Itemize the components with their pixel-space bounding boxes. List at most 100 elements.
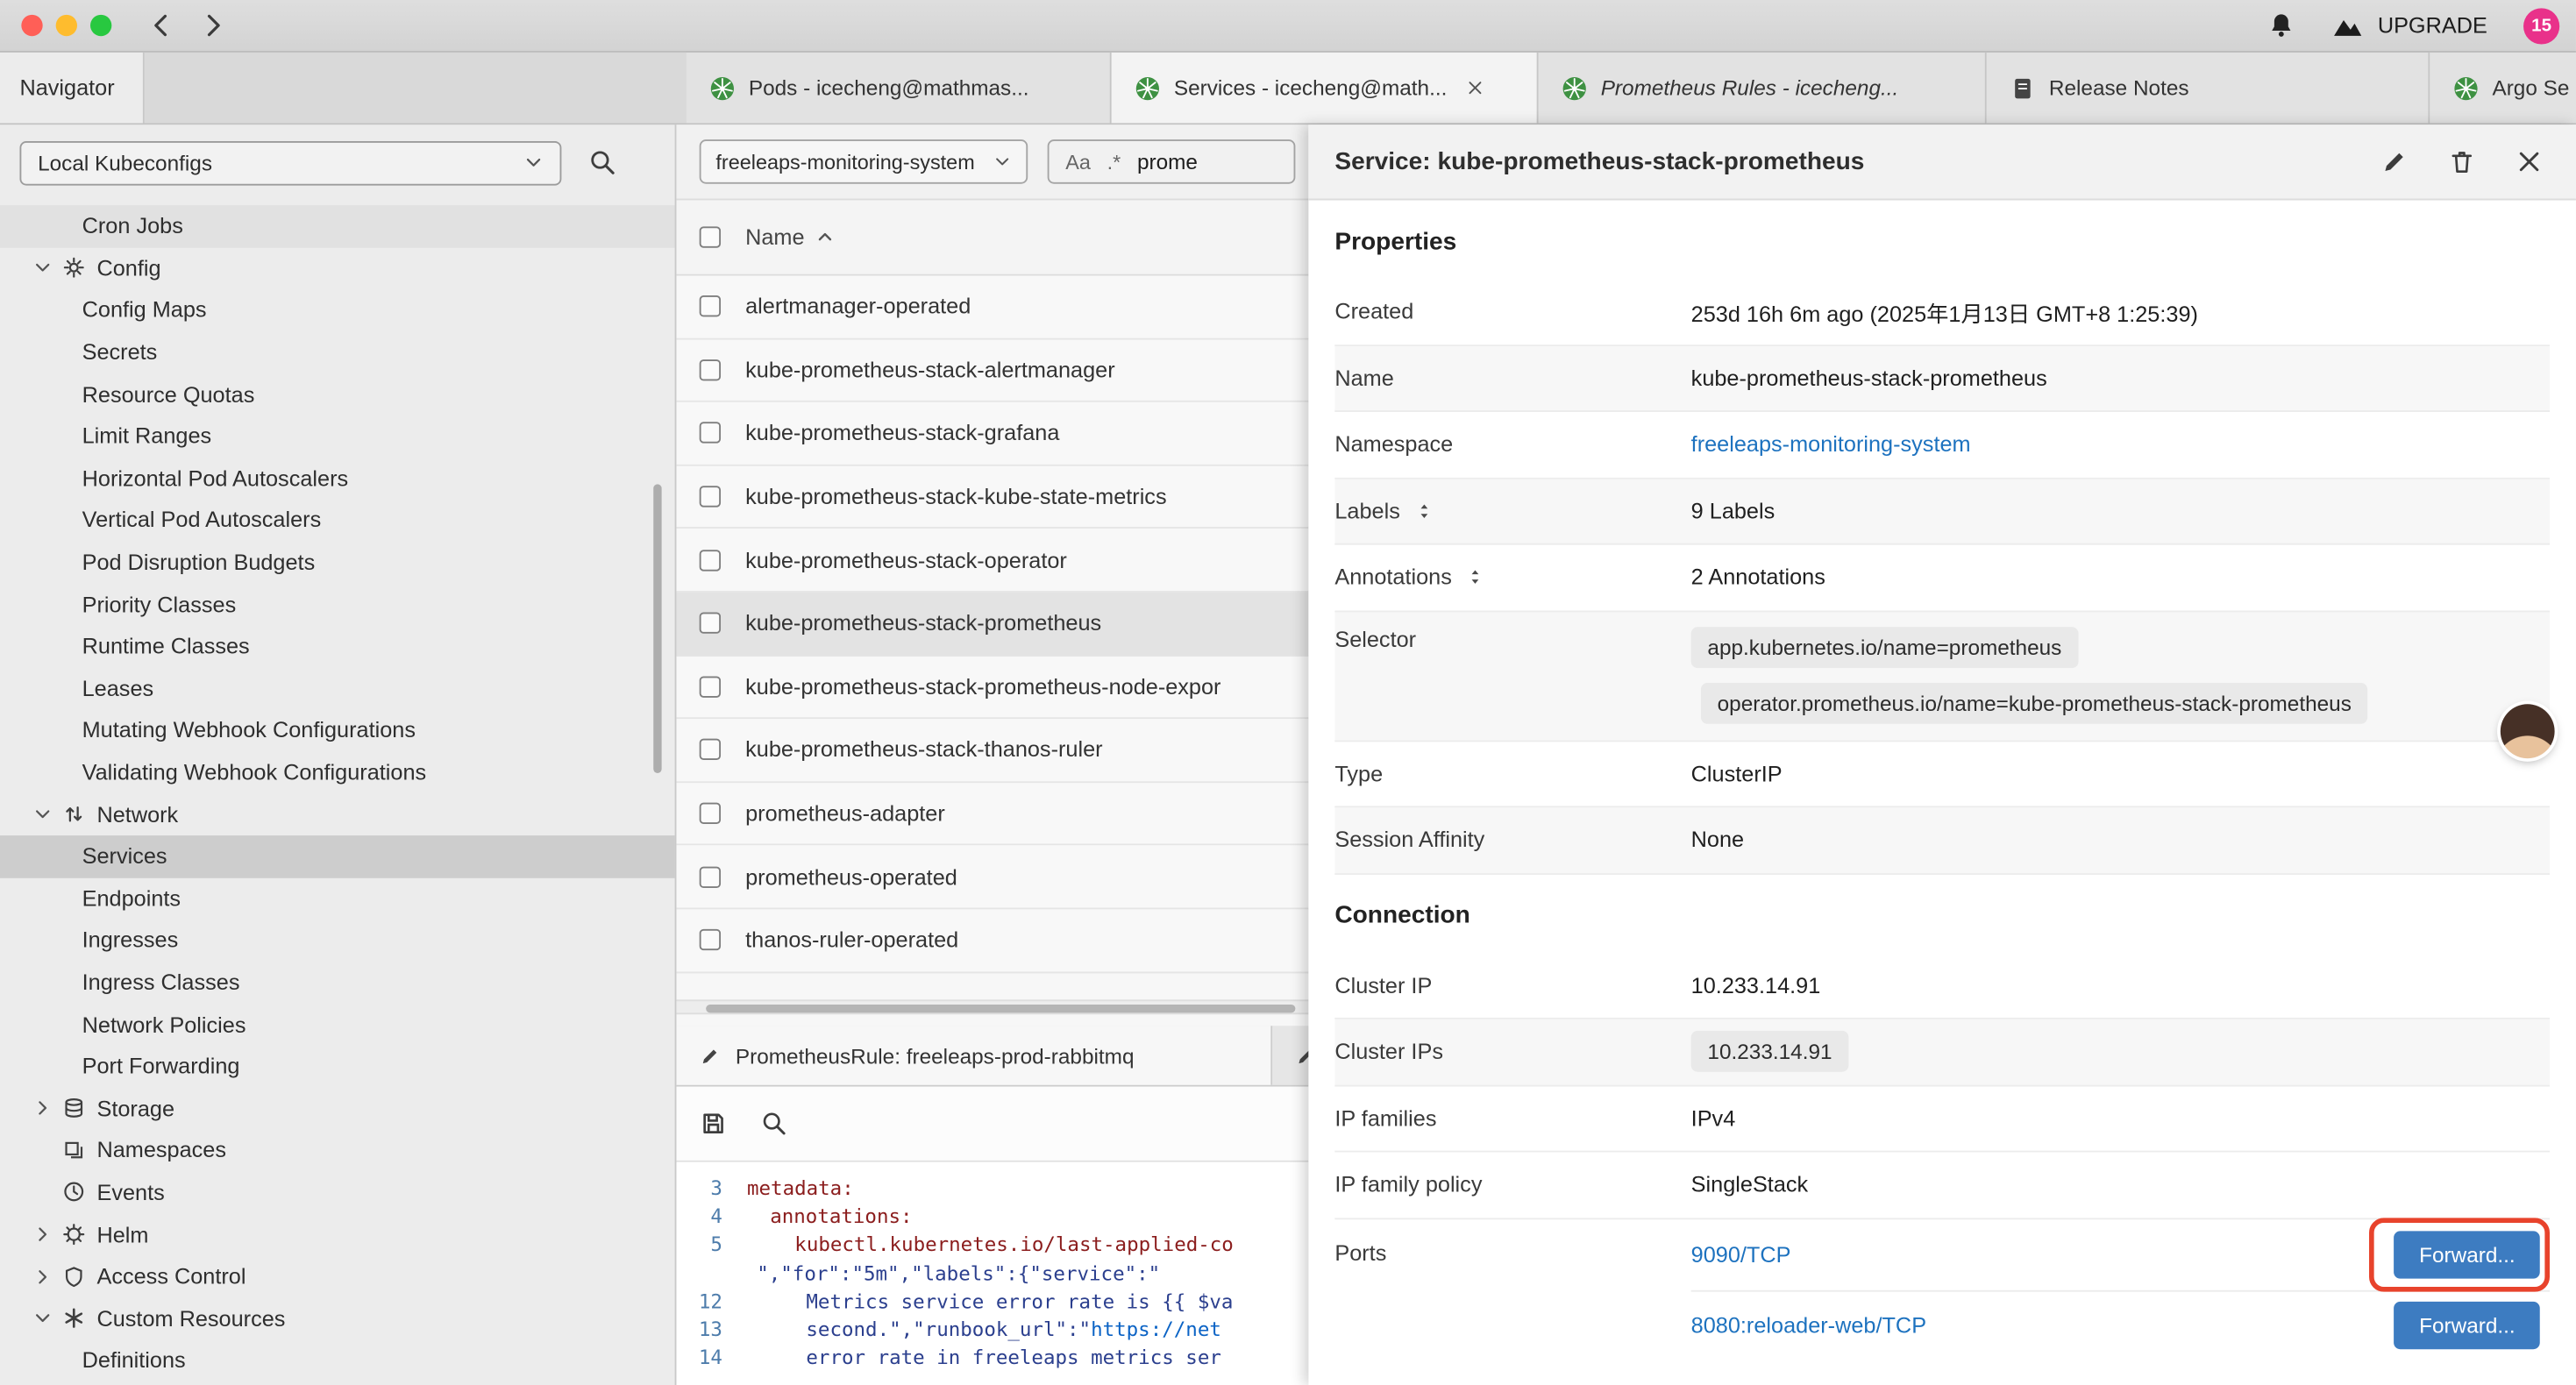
table-row[interactable]: kube-prometheus-stack-grafana xyxy=(676,402,1308,465)
sidebar-item-secrets[interactable]: Secrets xyxy=(0,331,675,373)
table-row[interactable]: thanos-ruler-operated xyxy=(676,909,1308,972)
row-checkbox[interactable] xyxy=(700,929,721,950)
sidebar-item-vertical-pod-autoscalers[interactable]: Vertical Pod Autoscalers xyxy=(0,500,675,542)
table-row[interactable]: kube-prometheus-stack-kube-state-metrics xyxy=(676,465,1308,529)
table-row-selected[interactable]: kube-prometheus-stack-prometheus xyxy=(676,593,1308,656)
sidebar-item-mutating-webhook-configurations[interactable]: Mutating Webhook Configurations xyxy=(0,709,675,751)
sidebar-item-horizontal-pod-autoscalers[interactable]: Horizontal Pod Autoscalers xyxy=(0,458,675,500)
editor-search-icon[interactable] xyxy=(760,1110,788,1138)
edit-pencil-icon[interactable] xyxy=(2380,148,2409,176)
navigator-panel-tab[interactable]: Navigator xyxy=(0,53,145,124)
name-column-header[interactable]: Name xyxy=(745,225,804,250)
tab-prometheus-rules[interactable]: Prometheus Rules - icecheng... xyxy=(1539,53,1987,124)
dock-tab-partial[interactable] xyxy=(1272,1026,1308,1084)
sidebar-item-config-maps[interactable]: Config Maps xyxy=(0,289,675,331)
tab-release-notes[interactable]: Release Notes xyxy=(1987,53,2430,124)
sort-ascending-icon[interactable] xyxy=(816,228,835,246)
sidebar-group-helm[interactable]: Helm xyxy=(0,1213,675,1255)
table-row[interactable]: kube-prometheus-stack-prometheus-node-ex… xyxy=(676,656,1308,719)
tab-argo[interactable]: Argo Se xyxy=(2430,53,2576,124)
maximize-window-button[interactable] xyxy=(90,15,111,36)
sidebar-scrollbar[interactable] xyxy=(653,484,661,773)
regex-toggle[interactable]: .* xyxy=(1107,150,1121,173)
upgrade-button[interactable]: UPGRADE xyxy=(2331,9,2487,41)
delete-trash-icon[interactable] xyxy=(2448,148,2476,176)
cluster-ip-chip: 10.233.14.91 xyxy=(1691,1031,1849,1072)
sidebar-group-config[interactable]: Config xyxy=(0,247,675,289)
sidebar-item-resource-quotas[interactable]: Resource Quotas xyxy=(0,373,675,416)
sidebar-item-validating-webhook-configurations[interactable]: Validating Webhook Configurations xyxy=(0,751,675,793)
select-all-checkbox[interactable] xyxy=(700,226,721,247)
row-checkbox[interactable] xyxy=(700,739,721,760)
row-checkbox[interactable] xyxy=(700,803,721,824)
sidebar-group-storage[interactable]: Storage xyxy=(0,1087,675,1129)
namespace-select[interactable]: freeleaps-monitoring-system xyxy=(700,139,1028,184)
forward-button[interactable]: Forward... xyxy=(2395,1302,2540,1349)
back-icon[interactable] xyxy=(148,11,176,39)
expand-collapse-icon[interactable] xyxy=(1415,501,1434,522)
port-link[interactable]: 8080:reloader-web/TCP xyxy=(1691,1313,1926,1338)
sidebar-group-network[interactable]: Network xyxy=(0,793,675,835)
close-tab-icon[interactable] xyxy=(1467,79,1485,97)
sidebar-item-events[interactable]: Events xyxy=(0,1171,675,1213)
expand-collapse-icon[interactable] xyxy=(1467,566,1485,587)
match-case-toggle[interactable]: Aa xyxy=(1065,150,1091,173)
row-checkbox[interactable] xyxy=(700,359,721,380)
chevron-right-icon xyxy=(32,1098,52,1118)
row-checkbox[interactable] xyxy=(700,613,721,634)
close-window-button[interactable] xyxy=(21,15,42,36)
avatar[interactable] xyxy=(2501,704,2555,758)
sidebar-item-services[interactable]: Services xyxy=(0,835,675,877)
row-checkbox[interactable] xyxy=(700,866,721,887)
row-checkbox[interactable] xyxy=(700,676,721,697)
tab-pods[interactable]: Pods - icecheng@mathmas... xyxy=(687,53,1112,124)
close-drawer-icon[interactable] xyxy=(2516,148,2544,176)
notifications-bell-icon[interactable] xyxy=(2267,11,2295,39)
sidebar-item-ingresses[interactable]: Ingresses xyxy=(0,920,675,962)
notification-count-badge[interactable]: 15 xyxy=(2523,7,2559,43)
sidebar-item-network-policies[interactable]: Network Policies xyxy=(0,1004,675,1046)
horizontal-scrollbar[interactable] xyxy=(676,999,1308,1014)
sidebar-item-ingress-classes[interactable]: Ingress Classes xyxy=(0,962,675,1004)
sidebar-item-namespaces[interactable]: Namespaces xyxy=(0,1129,675,1171)
yaml-editor[interactable]: 3metadata: 4annotations: 5kubectl.kubern… xyxy=(676,1162,1308,1385)
sidebar-item-runtime-classes[interactable]: Runtime Classes xyxy=(0,625,675,667)
sidebar-item-leases[interactable]: Leases xyxy=(0,667,675,709)
custom-resources-asterisk-icon xyxy=(62,1307,85,1330)
table-row[interactable]: kube-prometheus-stack-operator xyxy=(676,529,1308,593)
window-titlebar: UPGRADE 15 xyxy=(0,0,2576,53)
kubeconfig-select[interactable]: Local Kubeconfigs xyxy=(19,140,561,185)
sidebar-item-limit-ranges[interactable]: Limit Ranges xyxy=(0,416,675,458)
sidebar-item-priority-classes[interactable]: Priority Classes xyxy=(0,583,675,625)
row-checkbox[interactable] xyxy=(700,550,721,571)
table-row[interactable]: prometheus-adapter xyxy=(676,783,1308,846)
namespace-link[interactable]: freeleaps-monitoring-system xyxy=(1691,432,1971,457)
table-row[interactable]: alertmanager-operated xyxy=(676,276,1308,339)
sidebar-item-pod-disruption-budgets[interactable]: Pod Disruption Budgets xyxy=(0,541,675,583)
table-row[interactable]: prometheus-operated xyxy=(676,846,1308,909)
detail-row-selector: Selector app.kubernetes.io/name=promethe… xyxy=(1334,612,2550,742)
tab-services[interactable]: Services - icecheng@math... xyxy=(1112,53,1539,124)
list-search-input[interactable]: Aa .* prome xyxy=(1048,139,1296,184)
sidebar-group-custom-resources[interactable]: Custom Resources xyxy=(0,1297,675,1339)
dock-tab-prometheusrule[interactable]: PrometheusRule: freeleaps-prod-rabbitmq xyxy=(676,1026,1272,1084)
sidebar-item-definitions[interactable]: Definitions xyxy=(0,1339,675,1381)
table-row[interactable]: kube-prometheus-stack-alertmanager xyxy=(676,339,1308,402)
forward-icon[interactable] xyxy=(199,11,227,39)
sidebar-group-access-control[interactable]: Access Control xyxy=(0,1255,675,1297)
save-icon[interactable] xyxy=(700,1110,728,1138)
chevron-down-icon xyxy=(32,805,52,824)
port-link[interactable]: 9090/TCP xyxy=(1691,1242,1791,1267)
row-checkbox[interactable] xyxy=(700,423,721,444)
scrollbar-thumb[interactable] xyxy=(706,1005,1295,1012)
table-row[interactable]: kube-prometheus-stack-thanos-ruler xyxy=(676,719,1308,782)
sidebar-item-endpoints[interactable]: Endpoints xyxy=(0,877,675,920)
minimize-window-button[interactable] xyxy=(56,15,77,36)
row-checkbox[interactable] xyxy=(700,296,721,317)
forward-button[interactable]: Forward... xyxy=(2395,1230,2540,1277)
sidebar-item-cron-jobs[interactable]: Cron Jobs xyxy=(0,205,675,247)
sidebar-search-icon[interactable] xyxy=(587,148,617,178)
access-control-shield-icon xyxy=(62,1265,85,1288)
row-checkbox[interactable] xyxy=(700,486,721,507)
sidebar-item-port-forwarding[interactable]: Port Forwarding xyxy=(0,1046,675,1088)
